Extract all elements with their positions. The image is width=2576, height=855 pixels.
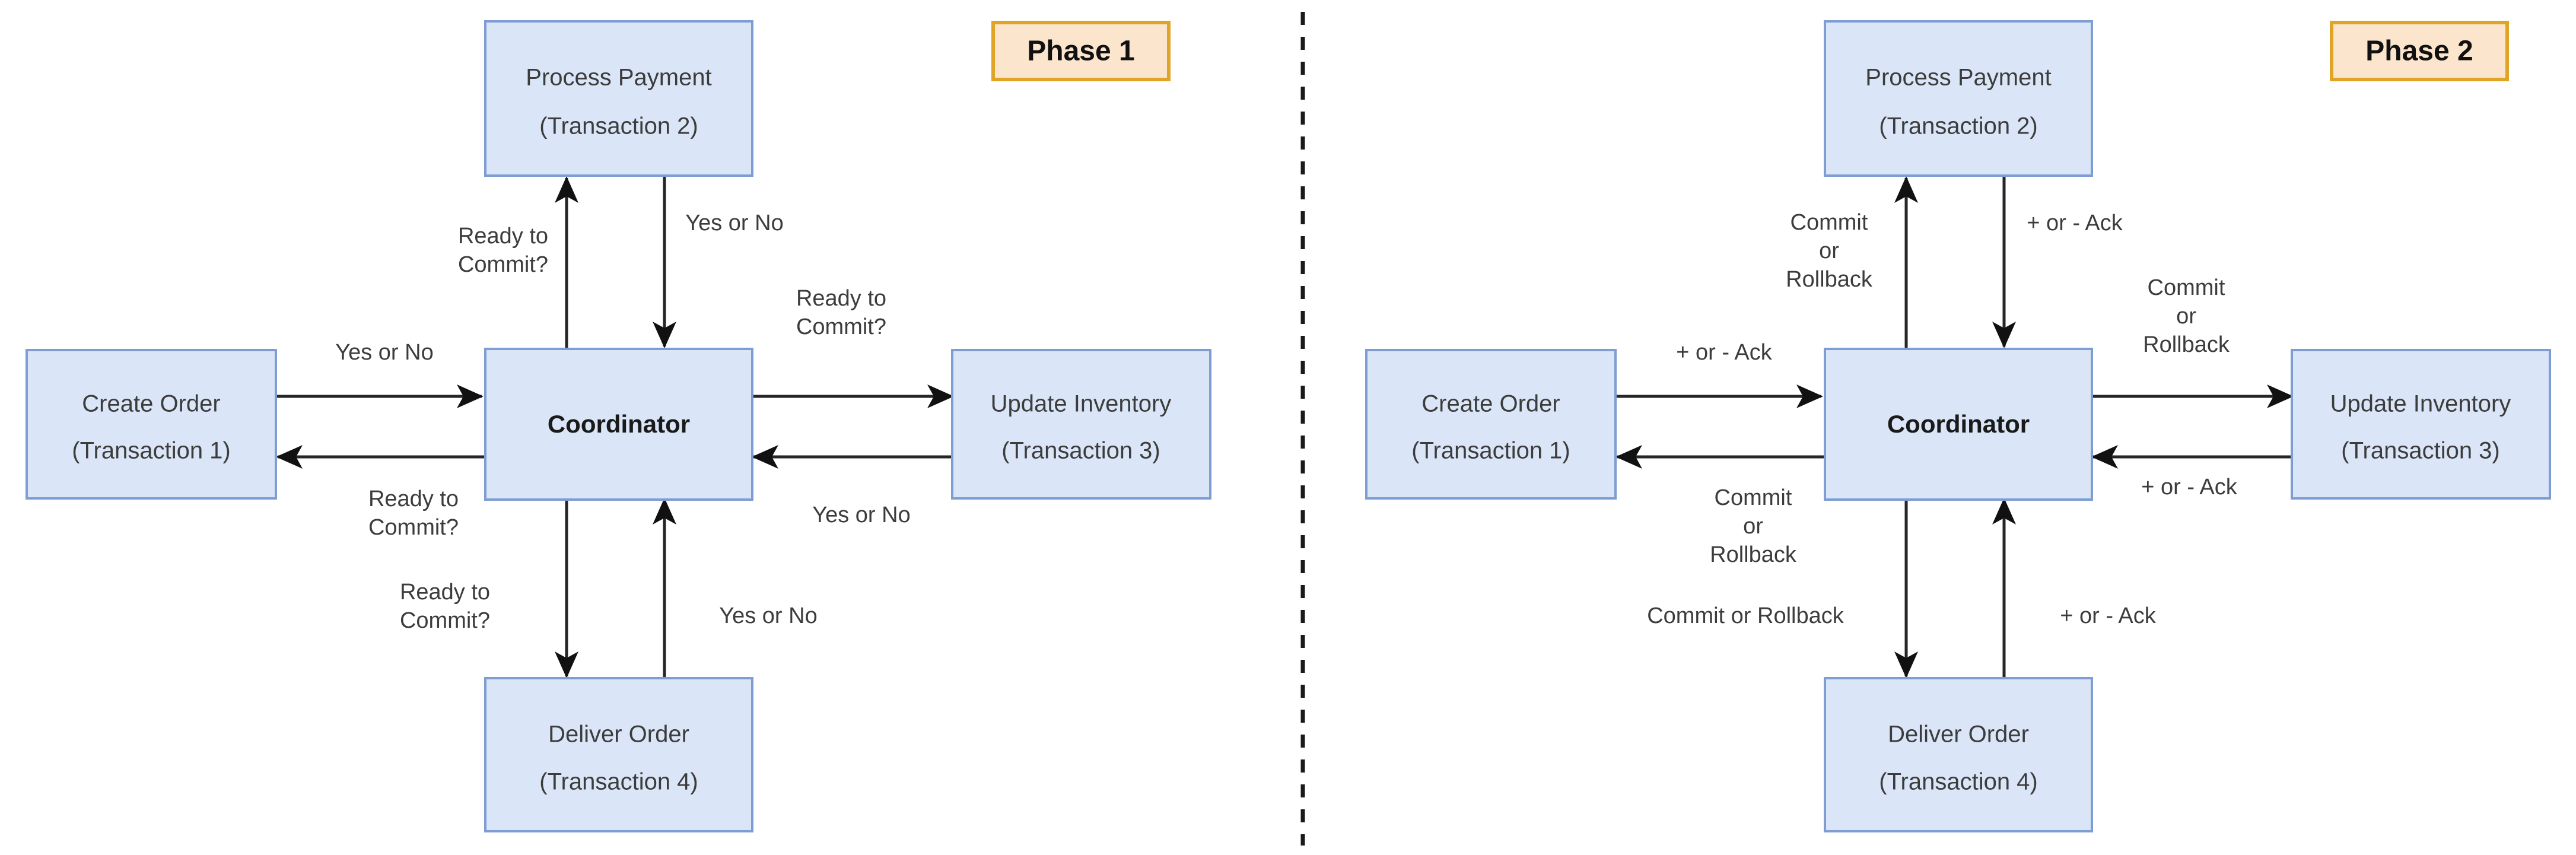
node-p2-deliver-order[interactable]: Deliver Order (Transaction 4): [1824, 677, 2093, 832]
node-p1-deliver-order-line2: (Transaction 4): [539, 769, 698, 795]
phase-1-badge-label: Phase 1: [1027, 36, 1134, 67]
node-p1-process-payment-rect[interactable]: [484, 20, 753, 177]
node-p1-create-order-rect[interactable]: [26, 349, 277, 500]
edge-label-p1-center-bottom-1: Ready to: [400, 580, 490, 605]
edge-label-p1-left-center: Yes or No: [335, 340, 433, 365]
node-p1-update-inventory-line2: (Transaction 3): [1001, 438, 1160, 464]
node-p2-process-payment-line1: Process Payment: [1865, 65, 2051, 91]
edge-label-p2-left-center: + or - Ack: [1676, 340, 1773, 365]
phase-1-group: Phase 1 Ready to Commit? Yes or No Yes o…: [26, 20, 1211, 832]
phase-2-badge: Phase 2: [2330, 21, 2509, 81]
node-p1-deliver-order-line1: Deliver Order: [548, 721, 689, 748]
node-p2-create-order-line1: Create Order: [1421, 391, 1560, 417]
two-phase-commit-diagram: Phase 1 Ready to Commit? Yes or No Yes o…: [0, 0, 2576, 855]
node-p2-update-inventory-line1: Update Inventory: [2330, 391, 2511, 417]
node-p1-process-payment[interactable]: Process Payment (Transaction 2): [484, 20, 753, 177]
node-p1-create-order-line1: Create Order: [82, 391, 220, 417]
edge-label-p2-center-top-1: Commit: [1791, 210, 1868, 235]
node-p2-process-payment[interactable]: Process Payment (Transaction 2): [1824, 20, 2093, 177]
edge-label-p1-center-top-1: Ready to: [458, 224, 548, 249]
edge-label-p1-bottom-center: Yes or No: [719, 603, 817, 628]
node-p2-deliver-order-line1: Deliver Order: [1888, 721, 2029, 748]
node-p1-update-inventory-rect[interactable]: [951, 349, 1211, 500]
node-p1-coordinator[interactable]: Coordinator: [484, 348, 753, 501]
edge-label-p2-right-center: + or - Ack: [2141, 475, 2238, 500]
node-p1-create-order-line2: (Transaction 1): [72, 438, 231, 464]
edge-label-p1-center-left-2: Commit?: [368, 515, 459, 540]
edge-label-p2-center-left-2: or: [1743, 514, 1763, 539]
edge-label-p1-right-center: Yes or No: [812, 503, 910, 527]
node-p2-create-order-rect[interactable]: [1365, 349, 1617, 500]
node-p2-deliver-order-rect[interactable]: [1824, 677, 2093, 832]
edge-label-p2-center-right-2: or: [2176, 304, 2196, 329]
edge-label-p1-center-top-2: Commit?: [458, 252, 548, 277]
node-p1-create-order[interactable]: Create Order (Transaction 1): [26, 349, 277, 500]
node-p1-process-payment-line1: Process Payment: [526, 65, 711, 91]
node-p2-process-payment-rect[interactable]: [1824, 20, 2093, 177]
edge-label-p2-center-right-3: Rollback: [2143, 332, 2230, 357]
node-p1-coordinator-label: Coordinator: [548, 410, 690, 438]
node-p2-coordinator[interactable]: Coordinator: [1824, 348, 2093, 501]
node-p1-deliver-order[interactable]: Deliver Order (Transaction 4): [484, 677, 753, 832]
phase-1-badge: Phase 1: [991, 21, 1171, 81]
node-p2-update-inventory[interactable]: Update Inventory (Transaction 3): [2291, 349, 2551, 500]
edge-label-p1-top-center: Yes or No: [685, 211, 783, 236]
node-p1-deliver-order-rect[interactable]: [484, 677, 753, 832]
edge-label-p2-top-center: + or - Ack: [2027, 211, 2123, 236]
diagram-canvas: Phase 1 Ready to Commit? Yes or No Yes o…: [26, 12, 2551, 846]
edge-label-p1-center-right-1: Ready to: [796, 286, 886, 311]
node-p2-update-inventory-rect[interactable]: [2291, 349, 2551, 500]
node-p2-update-inventory-line2: (Transaction 3): [2341, 438, 2500, 464]
node-p2-create-order-line2: (Transaction 1): [1411, 438, 1570, 464]
edge-label-p2-center-top-3: Rollback: [1786, 267, 1873, 292]
edge-label-p1-center-bottom-2: Commit?: [400, 608, 490, 633]
edge-label-p1-center-left-1: Ready to: [368, 487, 459, 511]
node-p1-update-inventory-line1: Update Inventory: [991, 391, 1172, 417]
node-p2-coordinator-label: Coordinator: [1887, 410, 2030, 438]
phase-2-badge-label: Phase 2: [2365, 36, 2473, 67]
node-p2-create-order[interactable]: Create Order (Transaction 1): [1365, 349, 1617, 500]
phase-2-group: Phase 2 Commit or Rollback + or - Ack + …: [1365, 20, 2551, 832]
node-p2-deliver-order-line2: (Transaction 4): [1879, 769, 2038, 795]
edge-label-p2-center-left-3: Rollback: [1710, 542, 1797, 567]
node-p1-process-payment-line2: (Transaction 2): [539, 113, 698, 139]
edge-label-p2-center-top-2: or: [1819, 239, 1839, 263]
edge-label-p2-bottom-center: + or - Ack: [2060, 603, 2157, 628]
edge-label-p2-center-bottom: Commit or Rollback: [1647, 603, 1844, 628]
edge-label-p2-center-left-1: Commit: [1715, 485, 1792, 510]
node-p2-process-payment-line2: (Transaction 2): [1879, 113, 2038, 139]
edge-label-p2-center-right-1: Commit: [2148, 275, 2225, 300]
edge-label-p1-center-right-2: Commit?: [796, 314, 886, 339]
node-p1-update-inventory[interactable]: Update Inventory (Transaction 3): [951, 349, 1211, 500]
